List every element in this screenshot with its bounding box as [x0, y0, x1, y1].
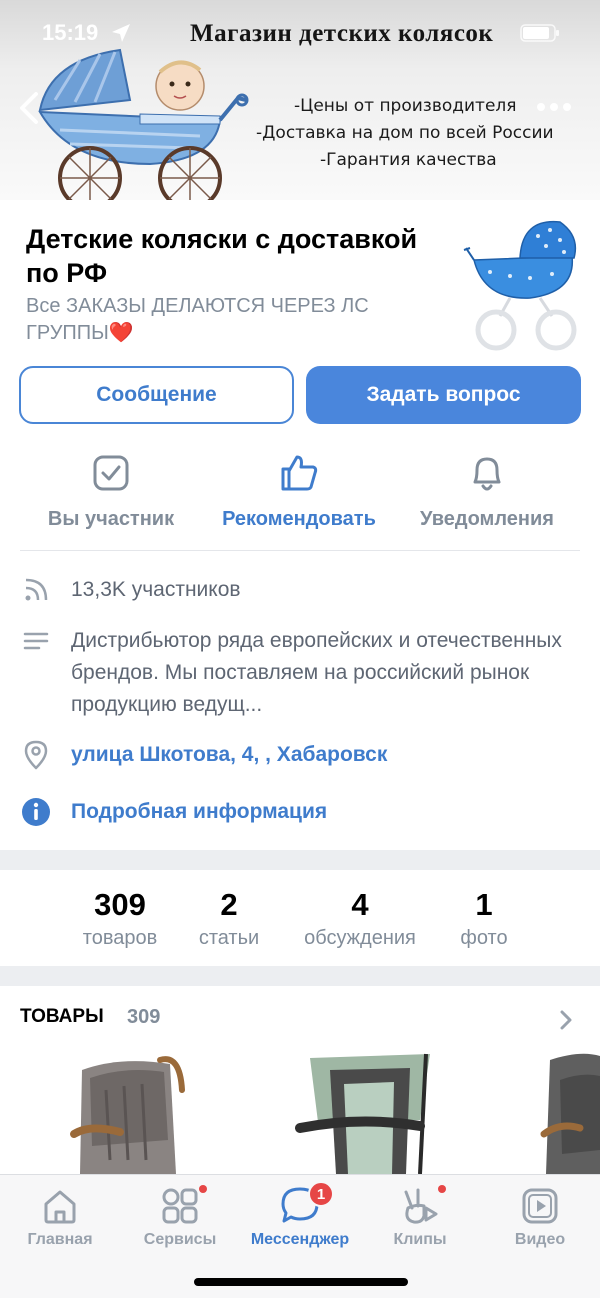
- divider: [20, 550, 580, 551]
- products-count: 309: [127, 1006, 161, 1028]
- counter-label: товаров: [82, 927, 158, 949]
- counter-articles[interactable]: 2 статьи: [186, 886, 272, 952]
- tab-services[interactable]: Сервисы: [120, 1183, 240, 1249]
- tab-video[interactable]: Видео: [480, 1183, 600, 1249]
- counter-value: 309: [94, 887, 146, 922]
- cover-line-quality: -Гарантия качества: [320, 150, 497, 170]
- tab-clips[interactable]: Клипы: [360, 1183, 480, 1249]
- text-lines-icon: [23, 632, 49, 650]
- recommend-label: Рекомендовать: [222, 508, 376, 530]
- section-separator: [0, 850, 600, 870]
- tab-home[interactable]: Главная: [0, 1183, 120, 1249]
- rss-icon: [25, 578, 48, 601]
- counter-label: статьи: [198, 927, 260, 949]
- address-link[interactable]: улица Шкотова, 4, , Хабаровск: [71, 739, 571, 771]
- members-count: 13,3K участников: [71, 578, 241, 601]
- tab-messenger[interactable]: 1 Мессенджер: [240, 1181, 360, 1249]
- notifications-action[interactable]: Уведомления: [392, 450, 582, 531]
- clips-icon: [404, 1188, 438, 1224]
- cover-line-prices: -Цены от производителя: [294, 96, 517, 116]
- stroller-photo: [295, 1053, 430, 1174]
- product-card[interactable]: [510, 1050, 600, 1174]
- message-button[interactable]: Сообщение: [19, 366, 294, 424]
- tab-label: Видео: [514, 1231, 566, 1248]
- group-name: Детские коляски с доставкой по РФ: [26, 224, 418, 288]
- baby-stroller-illustration: [38, 48, 249, 200]
- tab-label: Мессенджер: [250, 1231, 350, 1248]
- tab-label: Клипы: [393, 1231, 447, 1248]
- checkbox-icon: [93, 455, 129, 491]
- info-icon: [22, 798, 50, 826]
- group-cover: Магазин детских колясок -Цены от произво…: [0, 0, 600, 200]
- home-icon: [44, 1190, 76, 1224]
- counter-label: фото: [460, 927, 508, 949]
- ask-question-button[interactable]: Задать вопрос: [306, 366, 581, 424]
- product-card[interactable]: [20, 1050, 220, 1174]
- member-label: Вы участник: [47, 508, 175, 530]
- counter-discussions[interactable]: 4 обсуждения: [292, 886, 428, 952]
- counter-label: обсуждения: [304, 927, 416, 949]
- products-title[interactable]: ТОВАРЫ: [20, 1006, 104, 1028]
- group-description: Дистрибьютор ряда европейских и отечеств…: [71, 629, 562, 716]
- group-status: Все ЗАКАЗЫ ДЕЛАЮТСЯ ЧЕРЕЗ ЛС ГРУППЫ❤️: [26, 295, 369, 344]
- notifications-label: Уведомления: [420, 508, 554, 530]
- thumbs-up-icon: [281, 455, 318, 491]
- group-avatar[interactable]: [460, 212, 584, 354]
- unread-badge: 1: [308, 1181, 334, 1207]
- services-icon: [162, 1188, 198, 1224]
- recommend-action[interactable]: Рекомендовать: [204, 450, 394, 531]
- new-dot: [438, 1185, 446, 1193]
- stroller-photo: [70, 1056, 185, 1174]
- product-card[interactable]: [260, 1050, 460, 1174]
- video-icon: [522, 1188, 558, 1224]
- bell-icon: [473, 457, 501, 491]
- tab-label: Сервисы: [143, 1231, 217, 1248]
- counter-products[interactable]: 309 товаров: [70, 886, 170, 952]
- back-arrow-icon[interactable]: [14, 88, 48, 128]
- new-dot: [199, 1185, 207, 1193]
- stroller-photo: [540, 1053, 600, 1174]
- section-separator: [0, 966, 600, 986]
- chevron-right-icon[interactable]: [556, 1008, 576, 1032]
- counter-photos[interactable]: 1 фото: [444, 886, 524, 952]
- location-arrow-icon: [112, 24, 130, 42]
- counter-value: 4: [351, 887, 369, 922]
- details-link[interactable]: Подробная информация: [71, 796, 571, 828]
- member-action[interactable]: Вы участник: [16, 450, 206, 531]
- tab-label: Главная: [27, 1231, 93, 1248]
- home-indicator[interactable]: [194, 1278, 408, 1286]
- counter-value: 1: [475, 887, 493, 922]
- battery-icon: [520, 24, 559, 42]
- cover-title: Магазин детских колясок: [190, 20, 494, 47]
- location-pin-icon: [24, 740, 48, 770]
- cover-line-delivery: -Доставка на дом по всей России: [256, 123, 554, 143]
- status-time: 15:19: [42, 20, 99, 45]
- more-options-icon[interactable]: [534, 96, 574, 118]
- counter-value: 2: [220, 887, 238, 922]
